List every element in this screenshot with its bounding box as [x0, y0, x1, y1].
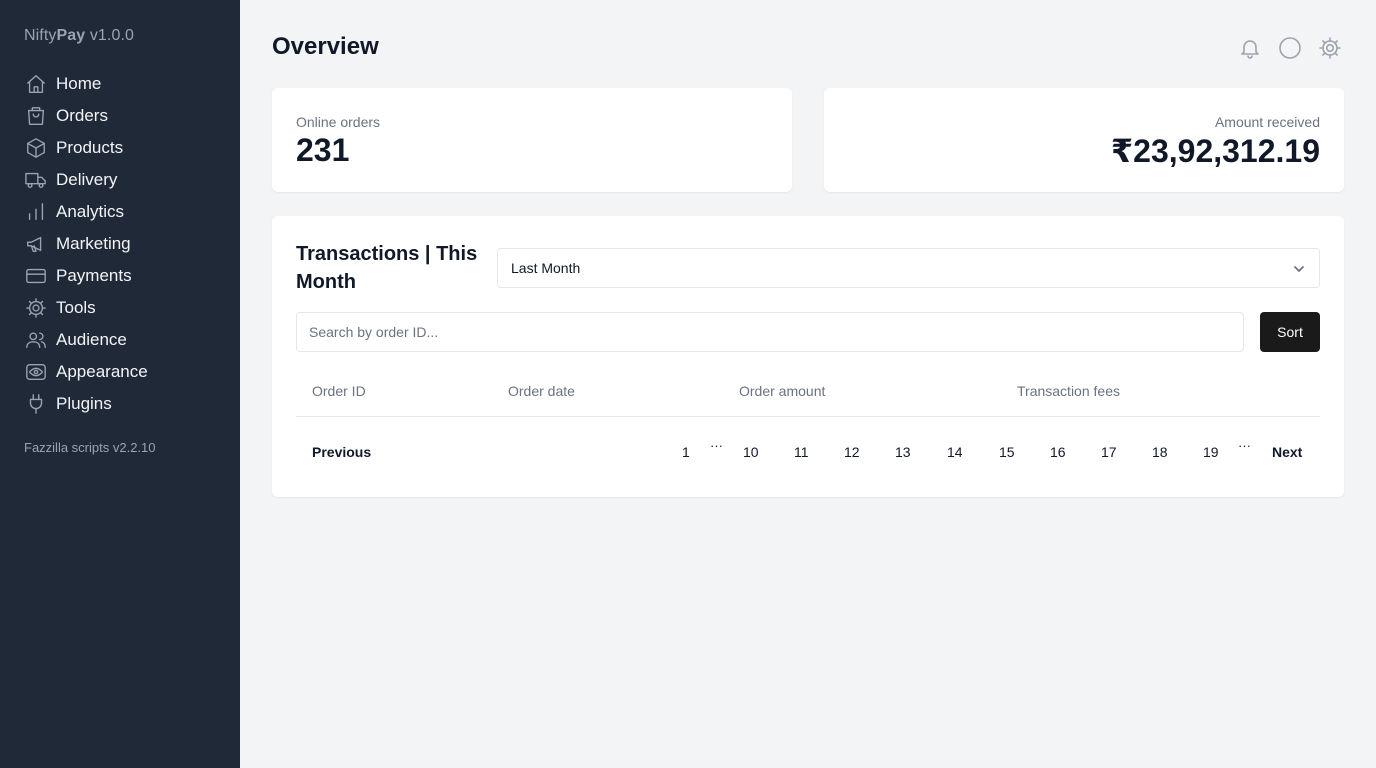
- pagination-ellipsis: ···: [710, 438, 723, 453]
- sidebar-item-delivery[interactable]: Delivery: [24, 164, 224, 196]
- header-actions: [1238, 34, 1342, 62]
- pagination-page[interactable]: 11: [794, 444, 809, 460]
- bell-icon[interactable]: [1238, 34, 1262, 62]
- sidebar-item-payments[interactable]: Payments: [24, 260, 224, 292]
- sidebar-item-appearance[interactable]: Appearance: [24, 356, 224, 388]
- sidebar-item-orders[interactable]: Orders: [24, 100, 224, 132]
- sidebar-item-home[interactable]: Home: [24, 68, 224, 100]
- sidebar-item-label: Delivery: [56, 170, 118, 189]
- pagination-page[interactable]: 16: [1050, 444, 1066, 460]
- gear-icon[interactable]: [1318, 34, 1342, 62]
- pagination-ellipsis: ···: [1238, 438, 1251, 453]
- sidebar-item-label: Products: [56, 138, 124, 157]
- pagination-page[interactable]: 12: [844, 444, 860, 460]
- sidebar-item-label: Appearance: [56, 362, 148, 381]
- column-header-transaction-fees[interactable]: Transaction fees: [1017, 383, 1120, 399]
- brand-logo[interactable]: NiftyPay v1.0.0: [24, 27, 134, 45]
- online-orders-label: Online orders: [296, 114, 381, 130]
- amount-received-value: ₹23,92,312.19: [1110, 133, 1320, 169]
- truck-icon: [24, 168, 48, 192]
- sidebar-nav: Home Orders Products Delivery Analytics …: [24, 68, 224, 420]
- chevron-down-icon: [1291, 261, 1307, 277]
- amount-received-card: Amount received ₹23,92,312.19: [824, 88, 1344, 192]
- sidebar-item-audience[interactable]: Audience: [24, 324, 224, 356]
- pagination-page[interactable]: 14: [947, 444, 963, 460]
- gear-icon: [24, 296, 48, 320]
- sidebar: NiftyPay v1.0.0 Home Orders Products Del…: [0, 0, 240, 768]
- sidebar-item-label: Plugins: [56, 394, 112, 413]
- pagination-previous[interactable]: Previous: [312, 444, 371, 460]
- megaphone-icon: [24, 232, 48, 256]
- pagination-next[interactable]: Next: [1272, 444, 1302, 460]
- pagination-page[interactable]: 18: [1152, 444, 1168, 460]
- eye-icon: [24, 360, 48, 384]
- sidebar-item-label: Audience: [56, 330, 127, 349]
- page-title: Overview: [272, 33, 379, 60]
- sidebar-item-label: Orders: [56, 106, 108, 125]
- transactions-title: Transactions | This Month: [296, 243, 478, 293]
- circle-icon[interactable]: [1278, 34, 1302, 62]
- period-select[interactable]: Last Month: [497, 248, 1320, 288]
- amount-received-label: Amount received: [1214, 114, 1320, 130]
- sidebar-item-plugins[interactable]: Plugins: [24, 388, 224, 420]
- column-header-order-amount[interactable]: Order amount: [739, 383, 825, 399]
- pagination-page[interactable]: 19: [1203, 444, 1219, 460]
- sidebar-item-label: Marketing: [56, 234, 131, 253]
- sidebar-item-tools[interactable]: Tools: [24, 292, 224, 324]
- period-select-value: Last Month: [511, 260, 581, 276]
- sidebar-item-label: Tools: [56, 298, 96, 317]
- sidebar-item-products[interactable]: Products: [24, 132, 224, 164]
- users-icon: [24, 328, 48, 352]
- pagination-page[interactable]: 15: [999, 444, 1015, 460]
- sidebar-item-analytics[interactable]: Analytics: [24, 196, 224, 228]
- cube-icon: [24, 136, 48, 160]
- transactions-card: Transactions | This Month Last Month Sor…: [272, 216, 1344, 497]
- sidebar-footer-version: Fazzilla scripts v2.2.10: [24, 440, 156, 455]
- sidebar-item-label: Payments: [56, 266, 132, 285]
- sidebar-item-label: Analytics: [56, 202, 125, 221]
- pagination-page[interactable]: 13: [895, 444, 911, 460]
- pagination-page[interactable]: 1: [682, 444, 690, 460]
- sidebar-item-label: Home: [56, 74, 102, 93]
- sort-button[interactable]: Sort: [1260, 312, 1320, 352]
- online-orders-card: Online orders 231: [272, 88, 792, 192]
- bar-chart-icon: [24, 200, 48, 224]
- table-divider: [296, 416, 1320, 417]
- online-orders-value: 231: [296, 132, 350, 168]
- column-header-order-id[interactable]: Order ID: [312, 383, 366, 399]
- home-icon: [24, 72, 48, 96]
- plug-icon: [24, 392, 48, 416]
- order-search-input[interactable]: [296, 312, 1244, 352]
- pagination-page[interactable]: 17: [1101, 444, 1117, 460]
- credit-card-icon: [24, 264, 48, 288]
- shopping-bag-icon: [24, 104, 48, 128]
- column-header-order-date[interactable]: Order date: [508, 383, 575, 399]
- sidebar-item-marketing[interactable]: Marketing: [24, 228, 224, 260]
- pagination-page[interactable]: 10: [743, 444, 759, 460]
